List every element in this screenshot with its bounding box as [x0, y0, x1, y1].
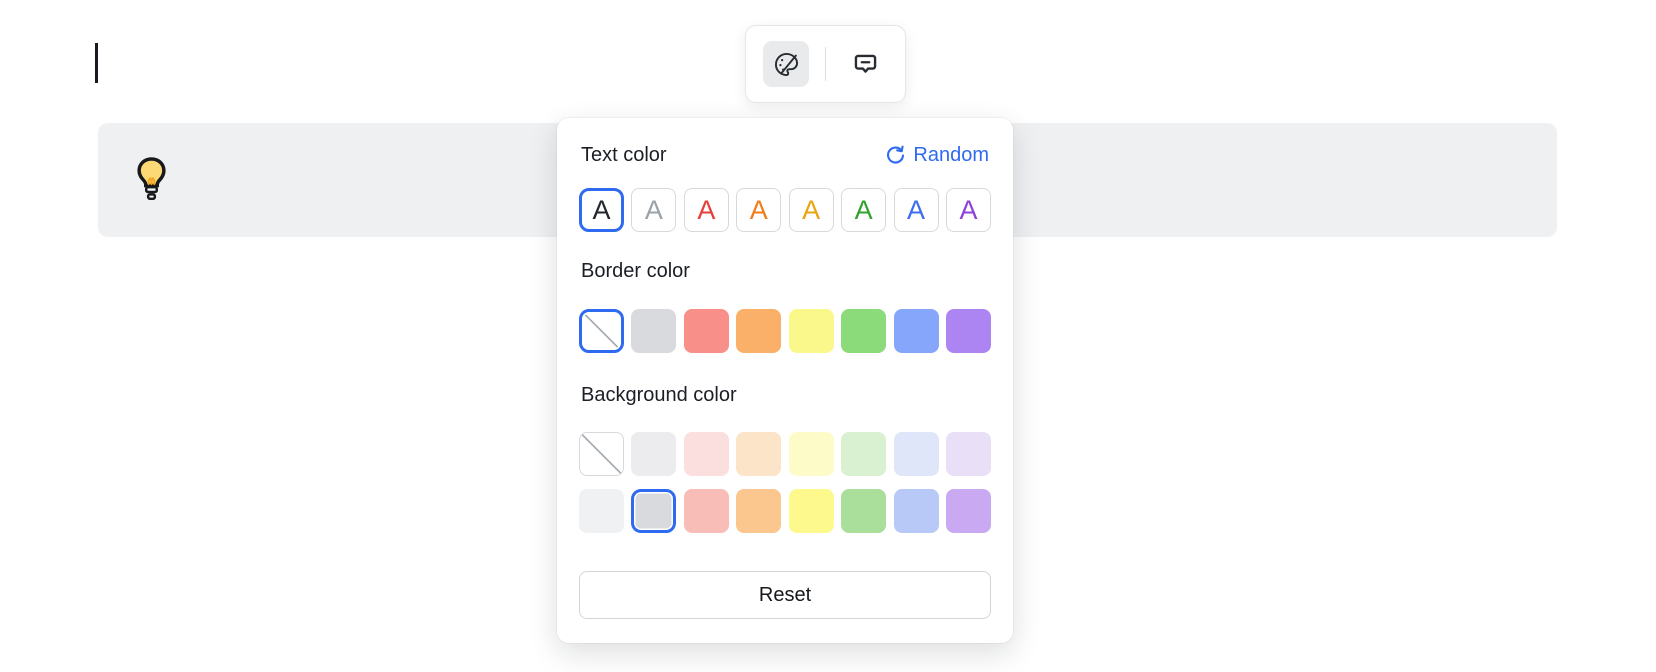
- background-color-swatch-gray[interactable]: [631, 489, 676, 533]
- background-color-swatch-light-yellow[interactable]: [789, 432, 834, 476]
- border-color-label: Border color: [581, 258, 690, 284]
- background-color-swatch-light-orange[interactable]: [736, 432, 781, 476]
- text-caret: [95, 43, 98, 83]
- palette-icon: [773, 51, 800, 78]
- background-color-swatch-row-2: [579, 489, 991, 533]
- toolbar-divider: [825, 47, 826, 81]
- background-color-swatch-light-green[interactable]: [841, 432, 886, 476]
- background-color-swatch-row-1: [579, 432, 991, 476]
- text-color-swatch-gray[interactable]: A: [631, 188, 676, 232]
- text-color-swatch-red[interactable]: A: [684, 188, 729, 232]
- border-color-swatch-purple[interactable]: [946, 309, 991, 353]
- background-color-swatch-faint-gray[interactable]: [579, 489, 624, 533]
- text-color-swatch-orange[interactable]: A: [736, 188, 781, 232]
- background-color-swatch-none[interactable]: [579, 432, 624, 476]
- background-color-swatch-light-gray[interactable]: [631, 432, 676, 476]
- floating-format-toolbar: [745, 25, 906, 103]
- refresh-icon: [885, 145, 906, 166]
- border-color-swatch-red[interactable]: [684, 309, 729, 353]
- text-color-swatch-row: AAAAAAAA: [579, 188, 991, 232]
- background-color-swatch-light-red[interactable]: [684, 432, 729, 476]
- color-picker-popup: Text color Random AAAAAAAA Border color …: [557, 118, 1013, 643]
- border-color-swatch-yellow[interactable]: [789, 309, 834, 353]
- background-color-swatch-red[interactable]: [684, 489, 729, 533]
- text-color-swatch-default[interactable]: A: [579, 188, 624, 232]
- reset-button[interactable]: Reset: [579, 571, 991, 619]
- text-color-swatch-blue[interactable]: A: [894, 188, 939, 232]
- border-color-swatch-green[interactable]: [841, 309, 886, 353]
- random-button[interactable]: Random: [885, 142, 989, 168]
- background-color-swatch-yellow[interactable]: [789, 489, 834, 533]
- background-color-swatch-blue[interactable]: [894, 489, 939, 533]
- background-color-label: Background color: [581, 382, 737, 408]
- border-color-swatch-blue[interactable]: [894, 309, 939, 353]
- random-label: Random: [913, 142, 989, 168]
- background-color-swatch-green[interactable]: [841, 489, 886, 533]
- border-color-swatch-orange[interactable]: [736, 309, 781, 353]
- text-color-swatch-purple[interactable]: A: [946, 188, 991, 232]
- border-color-swatch-row: [579, 309, 991, 353]
- border-color-swatch-none[interactable]: [579, 309, 624, 353]
- comment-icon: [852, 51, 879, 78]
- background-color-swatch-purple[interactable]: [946, 489, 991, 533]
- border-color-swatch-gray[interactable]: [631, 309, 676, 353]
- text-color-swatch-amber[interactable]: A: [789, 188, 834, 232]
- comment-button[interactable]: [842, 41, 888, 87]
- color-palette-button[interactable]: [763, 41, 809, 87]
- light-bulb-icon[interactable]: [134, 154, 168, 206]
- background-color-swatch-light-blue[interactable]: [894, 432, 939, 476]
- background-color-swatch-light-purple[interactable]: [946, 432, 991, 476]
- text-color-label: Text color: [581, 142, 667, 168]
- background-color-swatch-orange[interactable]: [736, 489, 781, 533]
- text-color-swatch-green[interactable]: A: [841, 188, 886, 232]
